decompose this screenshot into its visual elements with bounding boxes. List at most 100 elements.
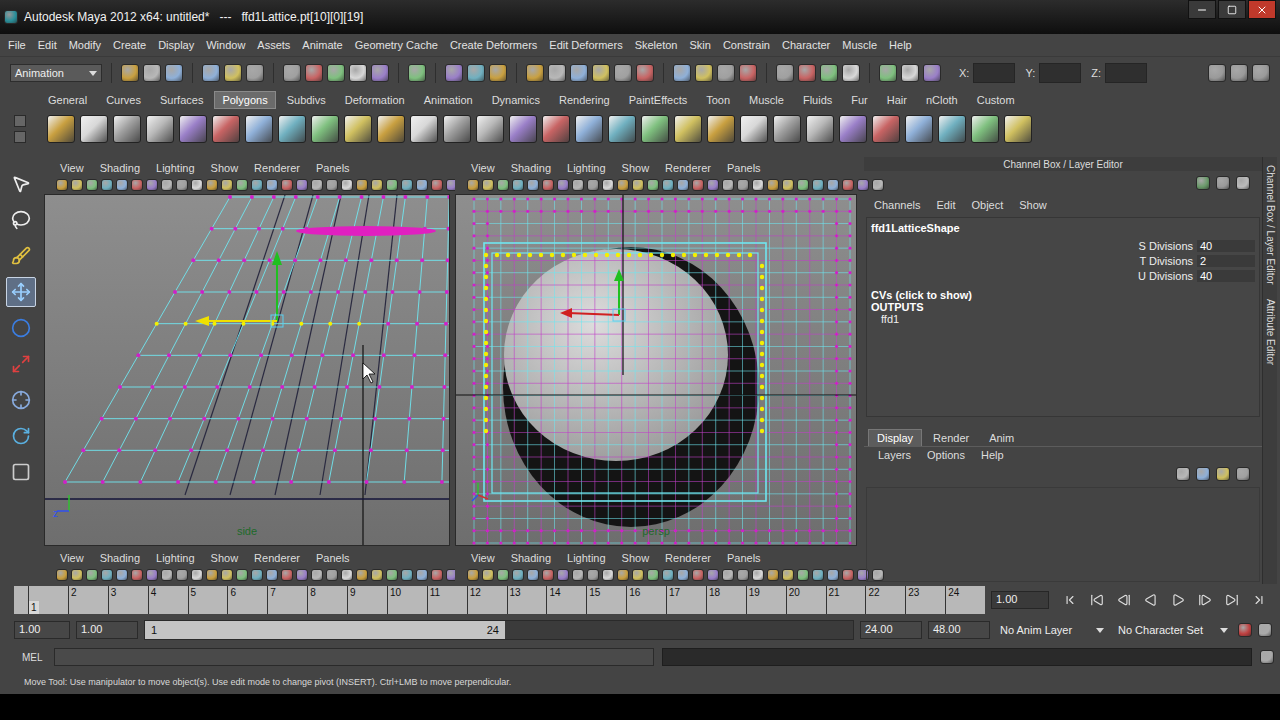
viewport-tool-icon[interactable] bbox=[266, 179, 278, 191]
viewport-tool-icon[interactable] bbox=[311, 569, 323, 581]
viewport-tool-icon[interactable] bbox=[527, 179, 539, 191]
viewport-tool-icon[interactable] bbox=[872, 569, 884, 581]
viewport-tool-icon[interactable] bbox=[617, 179, 629, 191]
status-tool-icon[interactable] bbox=[283, 64, 301, 82]
viewport-tool-icon[interactable] bbox=[356, 179, 368, 191]
viewport-tool-icon[interactable] bbox=[56, 569, 68, 581]
viewport-panel[interactable]: ViewShadingLightingShowRendererPanels bbox=[455, 549, 857, 584]
shelf-tool-icon[interactable] bbox=[245, 115, 273, 143]
shelf-tool-icon[interactable] bbox=[377, 115, 405, 143]
shelf-tool-icon[interactable] bbox=[146, 115, 174, 143]
shelf-tool-icon[interactable] bbox=[641, 115, 669, 143]
tool-button[interactable] bbox=[6, 277, 36, 307]
viewport-tool-icon[interactable] bbox=[116, 179, 128, 191]
viewport-tool-icon[interactable] bbox=[281, 569, 293, 581]
shelf-tab[interactable]: Rendering bbox=[551, 91, 618, 109]
viewport-tool-icon[interactable] bbox=[737, 179, 749, 191]
playback-end-field[interactable]: 24.00 bbox=[860, 621, 922, 639]
command-language[interactable]: MEL bbox=[22, 652, 46, 663]
playback-button[interactable] bbox=[1061, 591, 1079, 609]
viewport-tool-icon[interactable] bbox=[857, 569, 869, 581]
viewport-tool-icon[interactable] bbox=[386, 179, 398, 191]
viewport-tool-icon[interactable] bbox=[512, 569, 524, 581]
viewport-tool-icon[interactable] bbox=[101, 569, 113, 581]
playback-button[interactable] bbox=[1169, 591, 1187, 609]
menu-item[interactable]: Animate bbox=[296, 37, 348, 53]
menu-item[interactable]: Edit Deformers bbox=[543, 37, 628, 53]
animation-start-field[interactable]: 1.00 bbox=[14, 621, 70, 639]
menu-item[interactable]: Create bbox=[107, 37, 152, 53]
playback-button[interactable] bbox=[1142, 591, 1160, 609]
status-tool-icon[interactable] bbox=[842, 64, 860, 82]
viewport-tool-icon[interactable] bbox=[251, 569, 263, 581]
shelf-tab[interactable]: Dynamics bbox=[484, 91, 548, 109]
shelf-tool-icon[interactable] bbox=[476, 115, 504, 143]
viewport-menu-item[interactable]: Shading bbox=[92, 552, 148, 564]
viewport-tool-icon[interactable] bbox=[512, 179, 524, 191]
script-editor-icon[interactable] bbox=[1260, 650, 1274, 664]
menu-item[interactable]: Modify bbox=[63, 37, 107, 53]
minimize-button[interactable] bbox=[1188, 0, 1216, 19]
status-tool-icon[interactable] bbox=[548, 64, 566, 82]
viewport-tool-icon[interactable] bbox=[647, 569, 659, 581]
viewport-tool-icon[interactable] bbox=[482, 569, 494, 581]
status-tool-icon[interactable] bbox=[526, 64, 544, 82]
shelf-tab[interactable]: Animation bbox=[416, 91, 481, 109]
playback-button[interactable] bbox=[1088, 591, 1106, 609]
side-lattice-drawing[interactable]: z bbox=[45, 195, 450, 546]
menu-item[interactable]: Muscle bbox=[836, 37, 883, 53]
viewport-tool-icon[interactable] bbox=[842, 569, 854, 581]
viewport-panel[interactable]: ViewShadingLightingShowRendererPanelszsi… bbox=[44, 159, 450, 546]
status-tool-icon[interactable] bbox=[798, 64, 816, 82]
viewport-tool-icon[interactable] bbox=[677, 569, 689, 581]
menu-item[interactable]: Edit bbox=[32, 37, 63, 53]
shelf-tab[interactable]: Custom bbox=[969, 91, 1023, 109]
viewport-tool-icon[interactable] bbox=[482, 179, 494, 191]
viewport-tool-icon[interactable] bbox=[527, 569, 539, 581]
status-tool-icon[interactable] bbox=[165, 64, 183, 82]
attribute-row[interactable]: U Divisions40 bbox=[871, 268, 1255, 283]
viewport-menu-item[interactable]: Show bbox=[203, 552, 247, 564]
layer-tab[interactable]: Render bbox=[924, 429, 978, 446]
viewport-tool-icon[interactable] bbox=[812, 569, 824, 581]
viewport-menu-item[interactable]: Lighting bbox=[559, 552, 614, 564]
status-tool-icon[interactable] bbox=[717, 64, 735, 82]
shelf-tab[interactable]: Subdivs bbox=[279, 91, 334, 109]
shelf-tab[interactable]: Hair bbox=[879, 91, 915, 109]
viewport-tool-icon[interactable] bbox=[797, 569, 809, 581]
menu-item[interactable]: Character bbox=[776, 37, 836, 53]
viewport-tool-icon[interactable] bbox=[782, 179, 794, 191]
tool-button[interactable] bbox=[6, 169, 36, 199]
viewport-tool-icon[interactable] bbox=[206, 179, 218, 191]
viewport-tool-icon[interactable] bbox=[266, 569, 278, 581]
tool-button[interactable] bbox=[6, 457, 36, 487]
viewport-tool-icon[interactable] bbox=[206, 569, 218, 581]
viewport-menu-item[interactable]: Show bbox=[203, 162, 247, 174]
channel-box-menu-item[interactable]: Edit bbox=[928, 199, 963, 211]
status-tool-icon[interactable] bbox=[327, 64, 345, 82]
menu-item[interactable]: Display bbox=[152, 37, 200, 53]
shelf-tool-icon[interactable] bbox=[212, 115, 240, 143]
shelf-tool-icon[interactable] bbox=[839, 115, 867, 143]
menu-item[interactable]: Geometry Cache bbox=[349, 37, 444, 53]
shelf-tool-icon[interactable] bbox=[1004, 115, 1032, 143]
viewport-tool-icon[interactable] bbox=[632, 179, 644, 191]
viewport-tool-icon[interactable] bbox=[572, 179, 584, 191]
viewport-tool-icon[interactable] bbox=[707, 569, 719, 581]
status-tool-icon[interactable] bbox=[879, 64, 897, 82]
viewport-tool-icon[interactable] bbox=[236, 179, 248, 191]
panel-toggle-icon[interactable] bbox=[1208, 64, 1226, 82]
animation-end-field[interactable]: 48.00 bbox=[928, 621, 990, 639]
auto-key-icon[interactable] bbox=[1238, 623, 1252, 637]
viewport-tool-icon[interactable] bbox=[146, 569, 158, 581]
playback-start-field[interactable]: 1.00 bbox=[76, 621, 138, 639]
shelf-tool-icon[interactable] bbox=[113, 115, 141, 143]
viewport-tool-icon[interactable] bbox=[101, 179, 113, 191]
viewport-tool-icon[interactable] bbox=[767, 569, 779, 581]
viewport-tool-icon[interactable] bbox=[431, 569, 443, 581]
viewport-tool-icon[interactable] bbox=[497, 179, 509, 191]
channel-box-icon[interactable] bbox=[1236, 176, 1250, 190]
channel-box-icon[interactable] bbox=[1216, 176, 1230, 190]
viewport-menu-item[interactable]: Lighting bbox=[148, 552, 203, 564]
channel-box-menu-item[interactable]: Object bbox=[963, 199, 1011, 211]
